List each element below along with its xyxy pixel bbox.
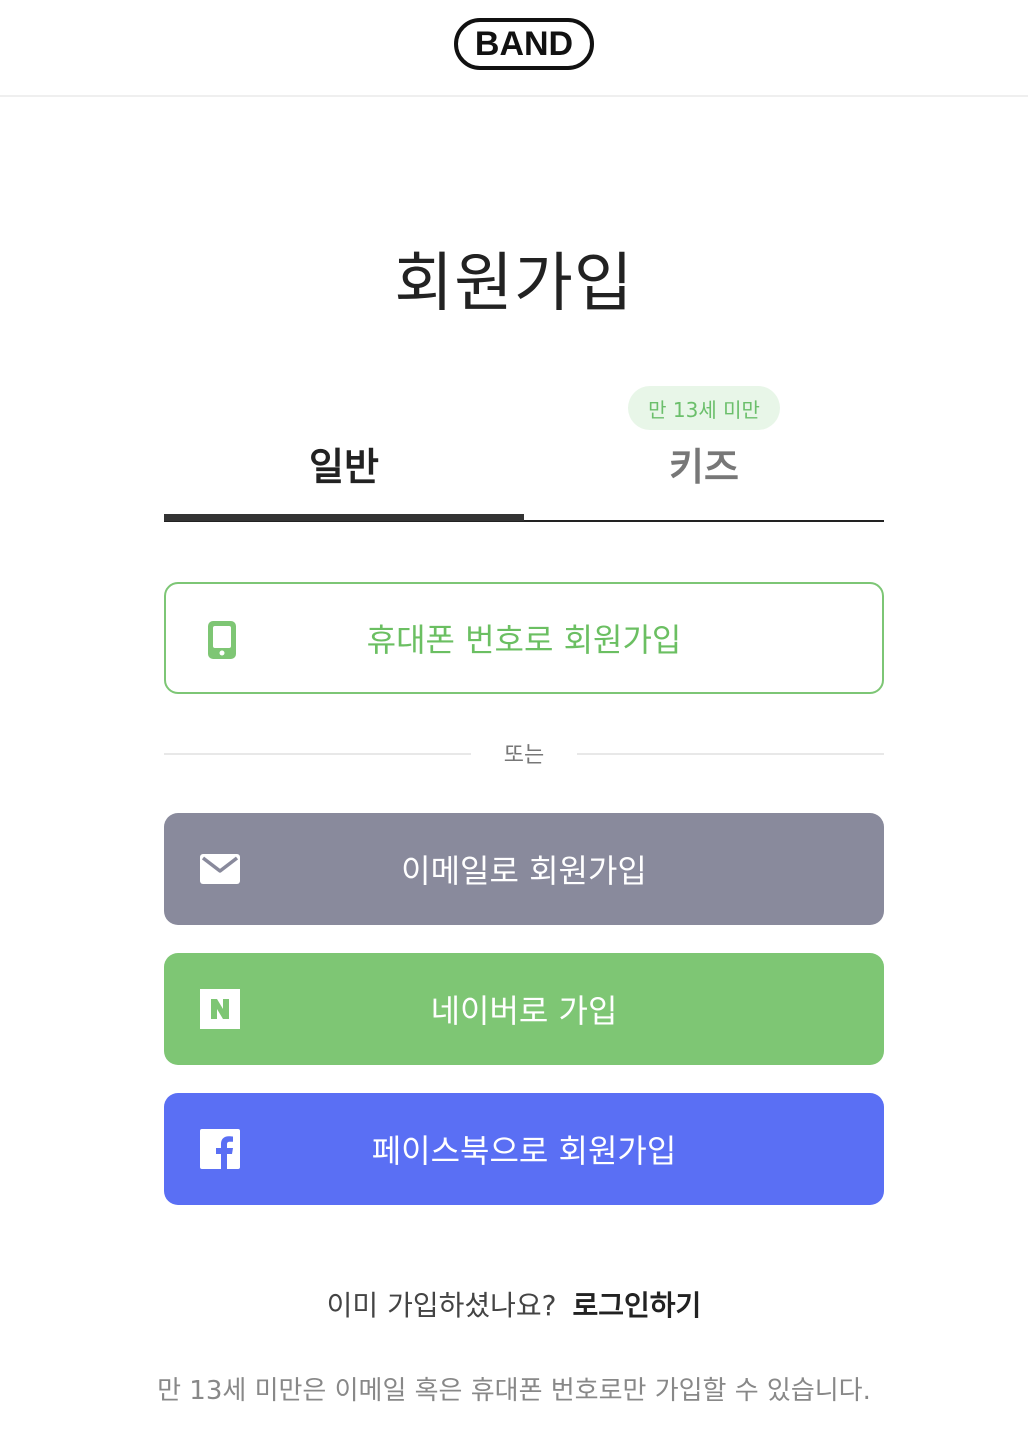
phone-signup-button[interactable]: 휴대폰 번호로 회원가입 — [164, 582, 884, 694]
tab-general[interactable]: 일반 — [164, 436, 524, 491]
signup-tabs: 만 13세 미만 일반 키즈 — [164, 380, 884, 522]
naver-signup-button[interactable]: 네이버로 가입 — [164, 953, 884, 1065]
facebook-icon — [200, 1129, 240, 1169]
page-title: 회원가입 — [394, 247, 634, 321]
email-signup-button[interactable]: 이메일로 회원가입 — [164, 813, 884, 925]
facebook-signup-label: 페이스북으로 회원가입 — [371, 1132, 677, 1170]
header: BAND — [0, 0, 1028, 97]
naver-signup-label: 네이버로 가입 — [430, 992, 618, 1030]
divider-left — [164, 753, 471, 755]
divider-right — [577, 753, 884, 755]
login-link[interactable]: 로그인하기 — [573, 1289, 702, 1322]
divider-or-text: 또는 — [503, 743, 545, 768]
email-signup-label: 이메일로 회원가입 — [401, 852, 647, 890]
login-prompt-row: 이미 가입하셨나요? 로그인하기 — [0, 1284, 1028, 1324]
facebook-signup-button[interactable]: 페이스북으로 회원가입 — [164, 1093, 884, 1205]
tab-kids[interactable]: 키즈 — [524, 436, 884, 491]
naver-icon — [200, 989, 240, 1029]
band-logo[interactable]: BAND — [454, 18, 594, 70]
tab-active-indicator — [164, 514, 524, 521]
login-prompt-text: 이미 가입하셨나요? — [326, 1289, 557, 1322]
kids-notice-text: 만 13세 미만은 이메일 혹은 휴대폰 번호로만 가입할 수 있습니다. — [157, 1376, 871, 1406]
phone-icon — [202, 620, 242, 660]
phone-signup-label: 휴대폰 번호로 회원가입 — [366, 621, 682, 659]
kids-age-badge: 만 13세 미만 — [628, 386, 780, 430]
mail-icon — [200, 849, 240, 889]
